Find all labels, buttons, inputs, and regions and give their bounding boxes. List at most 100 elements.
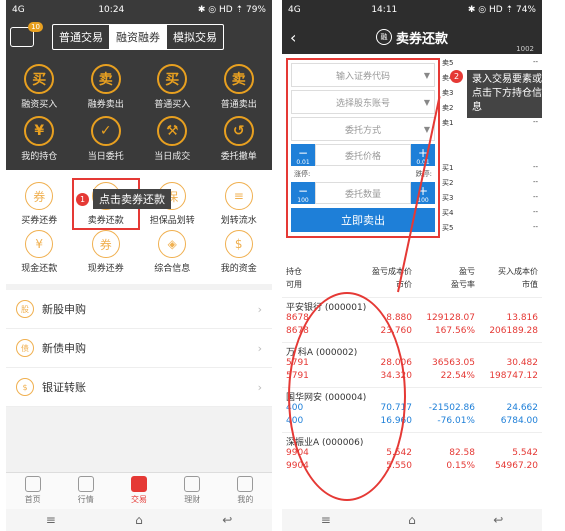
limit-up-label: 涨停: — [294, 170, 311, 178]
function-label: 买券还券 — [21, 216, 58, 226]
callout-text: 点击卖券还款 — [93, 189, 171, 209]
quote-row: 买2 -- — [442, 178, 538, 187]
quote-row: 买4 -- — [442, 208, 538, 217]
list-item-bond-subscribe[interactable]: 债新债申购 › — [6, 329, 272, 368]
tab-simulated-trading[interactable]: 模拟交易 — [167, 25, 223, 49]
stock-return-button[interactable]: 券现券还券 — [76, 230, 136, 274]
document-icon: ≡ — [224, 182, 253, 210]
dark-function-grid: 买融资买入 卖融券卖出 买普通买入 卖普通卖出 ¥ 我的持仓 ✓ 当日委托 ⚒ 当日成… — [6, 54, 272, 170]
qty-decrease-button[interactable]: −100 — [291, 182, 315, 204]
list-item-bank-transfer[interactable]: $ 银证转账 › — [6, 368, 272, 407]
service-list: 股新股申购 › 债新债申购 › $ 银证转账 › — [6, 290, 272, 407]
system-nav-bar: ≡ ⌂ ↩ — [6, 509, 272, 531]
function-label: 普通卖出 — [220, 100, 257, 110]
chevron-right-icon: › — [257, 380, 262, 394]
quote-row — [442, 148, 542, 163]
yen-icon: ¥ — [25, 230, 54, 258]
step-2-callout: 2 录入交易要素或点击下方持仓信息 — [450, 70, 542, 118]
stock-icon: 股 — [16, 300, 34, 318]
quote-row: 买5 -- — [442, 223, 538, 232]
my-positions-button[interactable]: ¥ 我的持仓 — [9, 116, 69, 162]
qty-increase-button[interactable]: +100 — [411, 182, 435, 204]
list-item-ipo-subscribe[interactable]: 股新股申购 › — [6, 290, 272, 329]
chart-icon — [77, 476, 94, 492]
function-label: 委托撤单 — [220, 152, 257, 162]
margin-buy-button[interactable]: 买融资买入 — [9, 64, 69, 110]
status-bar: 4G 14:11 ✱ ◎ HD ⇡ 74% — [282, 0, 542, 20]
step-number-badge: 1 — [76, 192, 89, 206]
wealth-icon — [184, 476, 201, 492]
user-icon — [237, 476, 254, 492]
header-row: 持仓 盈亏成本价 盈亏 买入成本价 — [286, 267, 538, 276]
tab-home[interactable]: 首页 — [6, 473, 59, 509]
function-label: 融券卖出 — [87, 100, 124, 110]
tab-margin-trading[interactable]: 融资融券 — [110, 25, 167, 49]
back-icon[interactable]: ↩ — [222, 513, 232, 527]
security-code-input[interactable]: 输入证券代码 ▼ — [291, 63, 435, 87]
home-icon[interactable]: ⌂ — [408, 513, 416, 527]
status-icons: ✱ ◎ HD ⇡ 79% — [197, 5, 266, 15]
shareholder-account-select[interactable]: 选择股东账号 ▼ — [291, 90, 435, 114]
back-icon[interactable]: ↩ — [493, 513, 503, 527]
normal-sell-button[interactable]: 卖普通卖出 — [209, 64, 269, 110]
callout-text: 录入交易要素或点击下方持仓信息 — [467, 70, 542, 118]
short-sell-button[interactable]: 卖融券卖出 — [76, 64, 136, 110]
function-label: 当日委托 — [87, 152, 124, 162]
price-increase-button[interactable]: +0.01 — [411, 144, 435, 166]
today-orders-button[interactable]: ✓ 当日委托 — [76, 116, 136, 162]
tab-normal-trading[interactable]: 普通交易 — [53, 25, 110, 49]
signal-indicator: 4G — [288, 5, 301, 15]
trade-mode-tabs: 普通交易 融资融券 模拟交易 — [52, 24, 224, 50]
summary-info-button[interactable]: ◈ 综合信息 — [142, 230, 202, 274]
sell-icon: 卖 — [223, 64, 254, 94]
tab-wealth[interactable]: 理财 — [166, 473, 219, 509]
bond-icon: 债 — [16, 339, 34, 357]
function-label: 当日成交 — [154, 152, 191, 162]
buy-to-return-button[interactable]: 券买券还券 — [9, 182, 69, 226]
home-icon — [24, 476, 41, 492]
back-arrow-icon[interactable]: ‹ — [290, 28, 296, 47]
tab-trade[interactable]: 交易 — [112, 473, 165, 509]
today-deals-button[interactable]: ⚒ 当日成交 — [142, 116, 202, 162]
function-label: 担保品划转 — [149, 216, 195, 226]
calendar-check-icon: ✓ — [90, 116, 121, 146]
function-row: 买融资买入 卖融券卖出 买普通买入 卖普通卖出 — [6, 64, 272, 110]
quantity-input[interactable]: 委托数量 — [315, 182, 411, 204]
cube-icon: ◈ — [158, 230, 187, 258]
my-funds-button[interactable]: $ 我的资金 — [209, 230, 269, 274]
home-icon[interactable]: ⌂ — [135, 513, 143, 527]
function-label: 现券还券 — [87, 264, 124, 274]
quantity-stepper: −100 委托数量 +100 — [291, 182, 435, 204]
cash-repay-button[interactable]: ¥ 现金还款 — [9, 230, 69, 274]
normal-buy-button[interactable]: 买普通买入 — [142, 64, 202, 110]
function-label: 我的资金 — [220, 264, 257, 274]
list-item-label: 新股申购 — [42, 303, 86, 316]
quote-row: 买3 -- — [442, 193, 538, 202]
price-decrease-button[interactable]: −0.01 — [291, 144, 315, 166]
system-nav-bar: ≡ ⌂ ↩ — [282, 509, 542, 531]
holdings-header: 持仓 盈亏成本价 盈亏 买入成本价 可用 市价 盈亏率 市值 — [282, 265, 542, 291]
chevron-right-icon: › — [257, 302, 262, 316]
transfer-flow-button[interactable]: ≡ 划转流水 — [209, 182, 269, 226]
menu-icon[interactable]: ≡ — [321, 513, 331, 527]
voucher-icon: 券 — [91, 230, 120, 258]
menu-icon[interactable]: ≡ — [46, 513, 56, 527]
function-label: 融资买入 — [21, 100, 58, 110]
price-input[interactable]: 委托价格 — [315, 144, 411, 166]
tab-market[interactable]: 行情 — [59, 473, 112, 509]
step-1-callout: 1 点击卖券还款 — [76, 189, 171, 209]
order-type-select[interactable]: 委托方式 ▼ — [291, 117, 435, 141]
tab-mine[interactable]: 我的 — [219, 473, 272, 509]
function-label: 现金还款 — [21, 264, 58, 274]
status-bar: 4G 10:24 ✱ ◎ HD ⇡ 79% — [6, 0, 272, 20]
buy-icon: 买 — [157, 64, 188, 94]
list-item-label: 新债申购 — [42, 342, 86, 355]
gavel-icon: ⚒ — [157, 116, 188, 146]
clock: 10:24 — [98, 5, 125, 15]
voucher-icon: 券 — [25, 182, 54, 210]
cancel-order-button[interactable]: ↺ 委托撤单 — [209, 116, 269, 162]
highlight-oval — [288, 292, 406, 501]
message-icon[interactable]: 10 — [10, 22, 43, 47]
account-number: 1002 — [516, 45, 534, 53]
function-label: 综合信息 — [154, 264, 191, 274]
